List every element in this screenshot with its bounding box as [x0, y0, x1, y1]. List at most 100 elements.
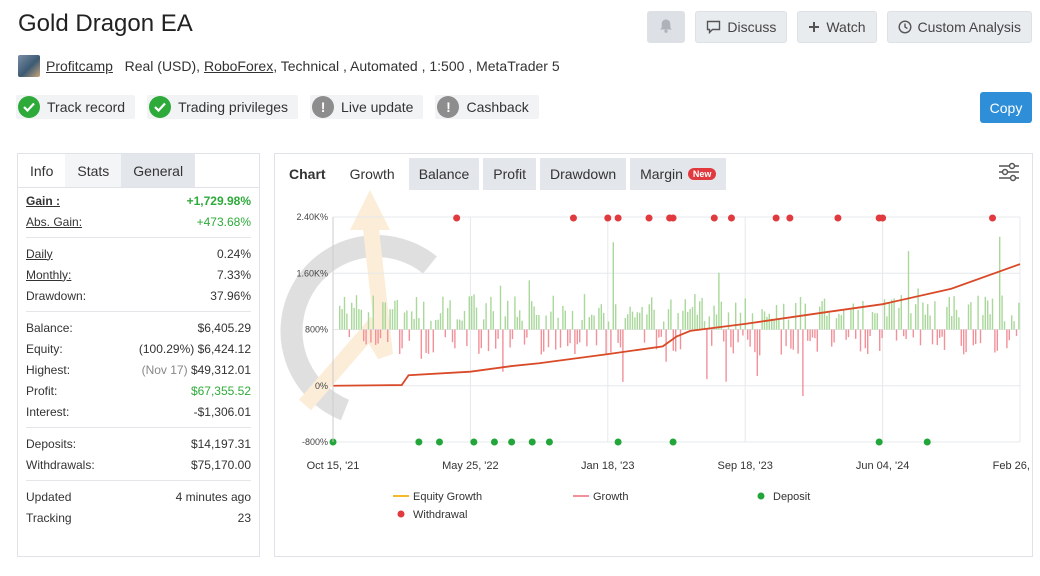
negative-bar [495, 329, 497, 349]
negative-bar [756, 329, 758, 377]
positive-bar [507, 300, 509, 330]
stat-daily: Daily 0.24% [26, 243, 251, 264]
negative-bar [526, 329, 528, 338]
positive-bar [783, 303, 785, 330]
positive-bar [449, 300, 451, 330]
positive-bar [593, 315, 595, 330]
tab-balance[interactable]: Balance [408, 158, 480, 190]
avatar[interactable] [18, 55, 40, 77]
notify-button[interactable] [647, 11, 686, 43]
negative-bar [643, 329, 646, 343]
negative-bar [749, 329, 751, 347]
positive-bar [562, 305, 564, 330]
withdrawals-label: Withdrawals: [26, 457, 95, 472]
daily-label-text: Daily [26, 246, 53, 261]
copy-button[interactable]: Copy [980, 92, 1032, 123]
negative-bar [895, 329, 898, 341]
author-link[interactable]: Profitcamp [46, 58, 113, 74]
positive-bar [886, 316, 888, 330]
positive-bar [768, 313, 770, 330]
negative-bar [855, 329, 857, 339]
broker-link[interactable]: RoboForex [204, 58, 273, 74]
negative-bar [811, 329, 814, 338]
negative-bar [802, 329, 804, 397]
positive-bar [367, 312, 370, 330]
positive-bar [471, 296, 473, 330]
tab-growth[interactable]: Growth [339, 158, 405, 190]
negative-bar [420, 329, 422, 359]
abs-gain-label[interactable]: Abs. Gain: [26, 215, 82, 229]
stat-tracking: Tracking 23 [26, 507, 251, 528]
chart-settings-button[interactable] [998, 162, 1020, 187]
negative-bar [478, 329, 480, 354]
positive-bar [773, 319, 775, 330]
positive-bar [475, 307, 478, 330]
negative-bar [742, 329, 744, 336]
negative-bar [619, 329, 622, 348]
daily-value: 0.24% [216, 246, 251, 261]
growth-chart[interactable]: 2.40K% 1.60K% 800% 0% -800% Oct 15, '21 May 25… [275, 190, 1032, 556]
positive-bar [699, 301, 701, 330]
positive-bar [447, 308, 449, 330]
positive-bar [639, 312, 641, 330]
positive-bar [483, 319, 485, 330]
positive-bar [684, 299, 686, 330]
tab-stats[interactable]: Stats [65, 154, 122, 187]
badge-label: Live update [341, 99, 414, 115]
positive-bar [982, 315, 984, 330]
tab-profit[interactable]: Profit [483, 158, 536, 190]
positive-bar [946, 306, 948, 330]
tab-general[interactable]: General [121, 154, 196, 187]
tab-drawdown[interactable]: Drawdown [539, 158, 627, 190]
daily-label[interactable]: Daily [26, 247, 53, 261]
exclamation-icon: ! [312, 96, 335, 118]
withdrawal-point [727, 214, 735, 222]
positive-bar [456, 319, 458, 330]
positive-bar [351, 302, 353, 330]
gain-label[interactable]: Gain : [26, 194, 60, 208]
drawdown-label: Drawdown: [26, 288, 87, 303]
negative-bar [399, 329, 401, 355]
positive-bar [653, 309, 655, 330]
withdrawal-point [453, 214, 461, 222]
badge-label: Track record [47, 99, 126, 115]
y-tick-label: 2.40K% [296, 212, 328, 222]
deposit-point [470, 438, 478, 446]
tab-info[interactable]: Info [18, 154, 65, 187]
tab-chart[interactable]: Chart [279, 158, 336, 190]
negative-bar [785, 329, 787, 347]
updated-label: Updated [26, 489, 72, 504]
discuss-button[interactable]: Discuss [695, 11, 788, 43]
positive-bar [339, 305, 341, 330]
positive-bar [915, 304, 917, 330]
tab-margin-label: Margin [640, 166, 683, 182]
positive-bar [862, 301, 864, 330]
positive-bar [636, 312, 638, 330]
positive-bar [641, 307, 643, 330]
positive-bar [850, 309, 852, 330]
tab-margin[interactable]: Margin New [630, 158, 727, 190]
legend-label: Growth [593, 491, 628, 503]
positive-bar [840, 315, 842, 330]
positive-bar [953, 296, 955, 330]
positive-bar [485, 303, 487, 330]
y-tick-label: -800% [302, 437, 328, 447]
positive-bar [413, 318, 415, 330]
custom-analysis-button[interactable]: Custom Analysis [886, 11, 1032, 43]
balance-value: $6,405.29 [197, 320, 251, 335]
positive-bar [799, 297, 802, 330]
negative-bar [706, 329, 708, 380]
positive-bar [528, 280, 530, 330]
badge-cashback: ! Cashback [435, 95, 539, 119]
positive-bar [600, 304, 602, 330]
positive-bar [598, 307, 600, 330]
positive-bar [627, 314, 629, 330]
positive-bar [550, 311, 552, 330]
chart-panel: Chart Growth Balance Profit Drawdown Mar… [274, 153, 1033, 557]
deposit-point [545, 438, 553, 446]
watch-button[interactable]: Watch [797, 11, 877, 43]
positive-bar [977, 295, 979, 330]
positive-bar [461, 320, 463, 330]
x-tick-label: Jan 18, '23 [581, 460, 634, 472]
monthly-label[interactable]: Monthly: [26, 268, 71, 282]
